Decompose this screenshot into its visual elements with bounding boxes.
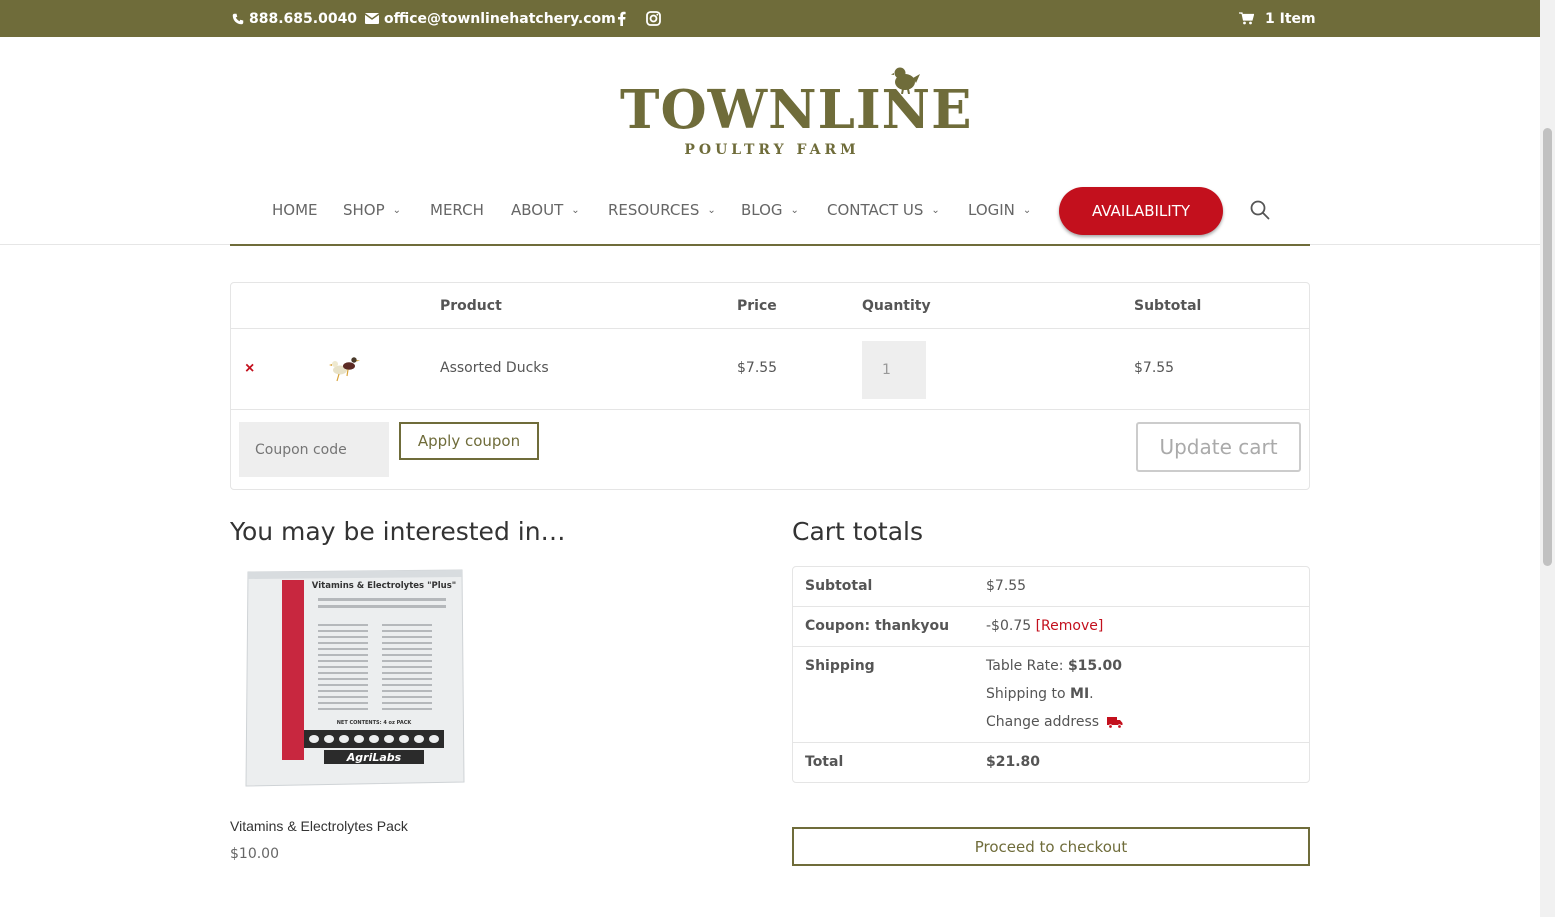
chevron-down-icon: ⌄ [1022,204,1032,216]
nav-item-home[interactable]: HOME [272,186,318,234]
subtotal-row: Subtotal $7.55 [793,567,1309,607]
subtotal-label: Subtotal [805,578,873,594]
page-scrollbar[interactable] [1540,0,1555,917]
apply-coupon-button[interactable]: Apply coupon [399,422,539,460]
pack-brand: AgriLabs [346,751,402,764]
nav-item-label: SHOP [343,201,385,219]
remove-item-icon[interactable]: × [245,361,254,377]
chevron-down-icon: ⌄ [790,204,799,216]
pack-contents: NET CONTENTS: 4 oz PACK [337,720,413,726]
nav-item-label: RESOURCES [608,201,700,219]
nav-item-label: BLOG [741,201,783,219]
shipping-label: Shipping [805,658,875,674]
email-address: office@townlinehatchery.com [384,10,616,27]
instagram-icon [646,11,661,26]
nav-item-label: CONTACT US [827,201,924,219]
truck-icon [1107,716,1123,729]
shipping-method-label: Table Rate: [986,658,1064,674]
search-icon[interactable] [1249,199,1271,221]
logo-wordmark: TOWNLINE [620,79,973,141]
coupon-discount: -$0.75 [986,618,1032,634]
related-product-name[interactable]: Vitamins & Electrolytes Pack [230,818,408,834]
cart-icon [1239,12,1254,25]
chevron-down-icon: ⌄ [571,204,580,216]
logo-tagline: POULTRY FARM [684,142,860,158]
nav-item-label: LOGIN [968,201,1015,219]
cart-table-header: Product Price Quantity Subtotal [231,283,1309,329]
chevron-down-icon: ⌄ [931,204,940,216]
shipping-destination-label: Shipping to [986,686,1066,702]
facebook-link[interactable] [617,0,626,37]
nav-item-shop[interactable]: SHOP ⌄ [343,186,401,234]
instagram-link[interactable] [646,0,661,37]
cart-count: 1 Item [1265,10,1316,27]
product-price: $7.55 [737,360,778,376]
cart-item-row: × Assorted Ducks $7.55 $7.55 [231,329,1309,410]
nav-item-merch[interactable]: MERCH [430,186,484,234]
shipping-row: Shipping Table Rate: $15.00 Shipping to … [793,647,1309,743]
scrollbar-thumb[interactable] [1543,128,1552,566]
nav-item-login[interactable]: LOGIN ⌄ [968,186,1031,234]
email-link[interactable]: office@townlinehatchery.com [365,0,616,37]
price-column-header: Price [737,298,777,314]
related-product-price: $10.00 [230,846,279,862]
chevron-down-icon: ⌄ [707,204,716,216]
product-image[interactable]: Vitamins & Electrolytes "Plus" NET CONTE… [244,568,466,788]
remove-coupon-link[interactable]: [Remove] [1036,618,1104,634]
total-value: $21.80 [986,754,1041,770]
main-navigation: HOME SHOP ⌄ MERCH ABOUT ⌄ RESOURCES ⌄ BL… [0,186,1540,235]
subtotal-column-header: Subtotal [1134,298,1202,314]
header-accent-line [230,244,1310,246]
update-cart-button[interactable]: Update cart [1136,422,1301,472]
nav-item-resources[interactable]: RESOURCES ⌄ [608,186,716,234]
nav-item-blog[interactable]: BLOG ⌄ [741,186,799,234]
chevron-down-icon: ⌄ [392,204,402,216]
facebook-icon [618,11,626,26]
proceed-to-checkout-button[interactable]: Proceed to checkout [792,827,1310,866]
product-column-header: Product [440,298,502,314]
total-row: Total $21.80 [793,743,1309,782]
phone-link[interactable]: 888.685.0040 [232,0,357,37]
coupon-label: Coupon: thankyou [805,618,950,634]
mail-icon [365,13,379,24]
cart-totals-title: Cart totals [792,517,923,546]
nav-item-about[interactable]: ABOUT ⌄ [511,186,580,234]
product-thumbnail[interactable] [327,351,361,383]
coupon-row: Coupon: thankyou -$0.75 [Remove] [793,607,1309,647]
product-subtotal: $7.55 [1134,360,1175,376]
nav-item-contact-us[interactable]: CONTACT US ⌄ [827,186,940,234]
related-products-title: You may be interested in… [230,517,566,546]
pack-title: Vitamins & Electrolytes "Plus" [312,581,456,591]
shipping-destination: MI [1070,686,1090,702]
quantity-column-header: Quantity [862,298,931,314]
phone-number: 888.685.0040 [249,10,358,27]
subtotal-value: $7.55 [986,578,1027,594]
nav-item-label: MERCH [430,201,484,219]
total-label: Total [805,754,844,770]
change-address-link[interactable]: Change address [986,714,1123,730]
cart-link[interactable]: 1 Item [1239,0,1316,37]
availability-button[interactable]: AVAILABILITY [1059,187,1223,235]
cart-totals-table: Subtotal $7.55 Coupon: thankyou -$0.75 [… [792,566,1310,783]
phone-icon [232,13,244,24]
nav-item-label: HOME [272,201,318,219]
quantity-input[interactable] [862,341,926,399]
top-bar: 888.685.0040 office@townlinehatchery.com… [0,0,1540,37]
coupon-code-input[interactable] [239,422,389,477]
nav-item-label: ABOUT [511,201,564,219]
site-logo[interactable]: TOWNLINE POULTRY FARM [620,62,973,162]
product-name-link[interactable]: Assorted Ducks [440,360,549,376]
shipping-rate: $15.00 [1067,658,1122,674]
cart-table: Product Price Quantity Subtotal × Assort… [230,282,1310,490]
change-address-label: Change address [986,714,1100,730]
